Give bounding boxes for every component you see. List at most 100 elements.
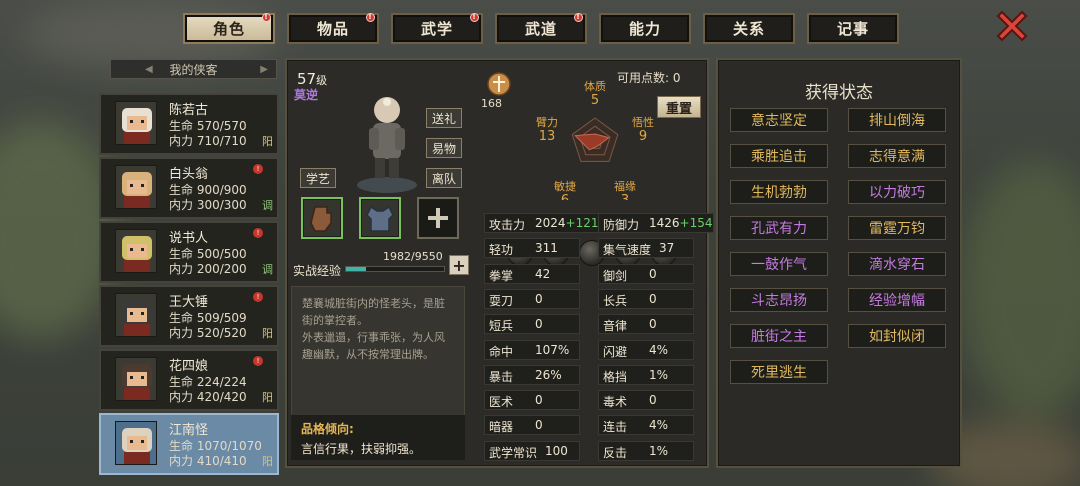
stat-value: 1% [649, 444, 668, 458]
hero-card[interactable]: 花四娘 生命 224/224 内力 420/420 阳! [99, 349, 279, 411]
tab-label: 武学 [420, 20, 453, 38]
status-effect[interactable]: 以力破巧 [848, 180, 946, 204]
stat-value: 0 [535, 292, 543, 306]
status-effect[interactable]: 意志坚定 [730, 108, 828, 132]
stat-label: 音律 [603, 319, 628, 334]
close-icon[interactable] [994, 8, 1030, 44]
hero-card[interactable]: 王大锤 生命 509/509 内力 520/520 阳! [99, 285, 279, 347]
hero-list-title-text: 我的侠客 [169, 62, 218, 77]
hero-portrait-icon [122, 172, 152, 208]
hero-card[interactable]: 陈若古 生命 570/570 内力 710/710 阳 [99, 93, 279, 155]
stat-stats_right-9: 反击 1% [598, 440, 694, 461]
avatar [115, 229, 157, 273]
tab-label: 关系 [732, 20, 765, 38]
hero-mp: 内力 710/710 [169, 134, 247, 148]
hero-name: 花四娘 [169, 359, 209, 374]
add-equip-slot[interactable] [417, 197, 459, 239]
tab-5[interactable]: 关系 [703, 13, 795, 44]
tab-label: 角色 [212, 20, 245, 38]
status-effect[interactable]: 斗志昂扬 [730, 288, 828, 312]
stat-value-number: 37 [659, 241, 675, 256]
stat-label: 闪避 [603, 344, 628, 359]
tab-1[interactable]: 物品! [287, 13, 379, 44]
description-text: 楚襄城脏街内的怪老头，是脏街的掌控者。 外表邋遢，行事乖张，为人风趣幽默，从不按常… [302, 295, 454, 363]
reset-button[interactable]: 重置 [657, 96, 701, 118]
hero-portrait-icon [122, 108, 152, 144]
available-points-value: 0 [672, 71, 681, 85]
stat-value: 42 [535, 267, 550, 281]
stat-stats_left-5: 命中 107% [484, 339, 580, 360]
attribute-label: 福缘 [614, 179, 636, 193]
status-effect[interactable]: 排山倒海 [848, 108, 946, 132]
attribute-radar: 体质5 悟性9 福缘3 敏捷6 臂力13 [536, 80, 654, 200]
hero-card[interactable]: 说书人 生命 500/500 内力 200/200 调! [99, 221, 279, 283]
add-exp-button[interactable]: + [449, 255, 469, 275]
hero-portrait-icon [122, 364, 152, 400]
hero-card[interactable]: 江南怪 生命 1070/1070 内力 410/410 阳 [99, 413, 279, 475]
hero-portrait-icon [122, 300, 152, 336]
stat-label: 集气速度 [603, 243, 652, 258]
hero-alignment: 阳 [262, 391, 273, 404]
stat-stats_left-9: 武学常识 100 [484, 440, 580, 461]
stat-label: 连击 [603, 420, 628, 435]
gift-button[interactable]: 送礼 [426, 108, 462, 128]
status-effect[interactable]: 经验增幅 [848, 288, 946, 312]
attribute-label: 体质 [584, 80, 606, 93]
status-effect[interactable]: 乘胜追击 [730, 144, 828, 168]
notification-badge: ! [262, 13, 271, 22]
tab-3[interactable]: 武道! [495, 13, 587, 44]
stat-label: 反击 [603, 445, 628, 460]
status-effect[interactable]: 滴水穿石 [848, 252, 946, 276]
learn-skill-button[interactable]: 学艺 [300, 168, 336, 188]
tab-4[interactable]: 能力 [599, 13, 691, 44]
leave-party-button[interactable]: 离队 [426, 168, 462, 188]
status-effect[interactable]: 如封似闭 [848, 324, 946, 348]
status-effect[interactable]: 孔武有力 [730, 216, 828, 240]
stat-stats_right-7: 毒术 0 [598, 390, 694, 411]
trade-button[interactable]: 易物 [426, 138, 462, 158]
status-effect[interactable]: 死里逃生 [730, 360, 828, 384]
status-effect[interactable]: 生机勃勃 [730, 180, 828, 204]
stat-stats_left-7: 医术 0 [484, 390, 580, 411]
avatar [115, 101, 157, 145]
stat-value: 1% [649, 368, 668, 382]
hero-mp: 内力 520/520 [169, 326, 247, 340]
stat-value-number: 0 [649, 393, 657, 408]
hero-mp: 内力 420/420 [169, 390, 247, 404]
armor-equip-slot[interactable] [359, 197, 401, 239]
status-effect[interactable]: 雷霆万钧 [848, 216, 946, 240]
stat-label: 拳掌 [489, 268, 514, 283]
chevron-left-icon: ◀ [145, 63, 153, 75]
hero-mp: 内力 200/200 [169, 262, 247, 276]
stat-label: 轻功 [489, 243, 514, 258]
stat-bonus: +154 [679, 216, 713, 230]
stat-stats_right-3: 长兵 0 [598, 288, 694, 309]
stat-value: 311 [535, 241, 558, 255]
hero-alignment: 阳 [262, 135, 273, 148]
stat-stats_left-6: 暴击 26% [484, 364, 580, 385]
hero-card[interactable]: 白头翁 生命 900/900 内力 300/300 调! [99, 157, 279, 219]
stat-value-number: 26% [535, 367, 562, 382]
status-effect[interactable]: 一鼓作气 [730, 252, 828, 276]
status-effect[interactable]: 脏街之主 [730, 324, 828, 348]
glove-icon [310, 206, 332, 232]
glove-equip-slot[interactable] [301, 197, 343, 239]
hero-mp: 内力 300/300 [169, 198, 247, 212]
tab-2[interactable]: 武学! [391, 13, 483, 44]
tab-6[interactable]: 记事 [807, 13, 899, 44]
stat-value: 4% [649, 343, 668, 357]
stat-label: 武学常识 [489, 445, 538, 460]
stat-value-number: 1% [649, 443, 669, 458]
stat-value-number: 311 [535, 241, 558, 256]
stat-value: 0 [649, 393, 657, 407]
relation-label: 莫逆 [294, 88, 319, 102]
chevron-right-icon: ▶ [260, 63, 268, 75]
attribute-value: 6 [561, 193, 569, 200]
tab-0[interactable]: 角色! [183, 13, 275, 44]
hero-name: 说书人 [169, 231, 209, 246]
stat-value: 37 [659, 241, 674, 255]
notification-badge: ! [253, 356, 263, 366]
stat-value: 1426+154 [649, 216, 713, 230]
status-effect[interactable]: 志得意满 [848, 144, 946, 168]
avatar [115, 421, 157, 465]
